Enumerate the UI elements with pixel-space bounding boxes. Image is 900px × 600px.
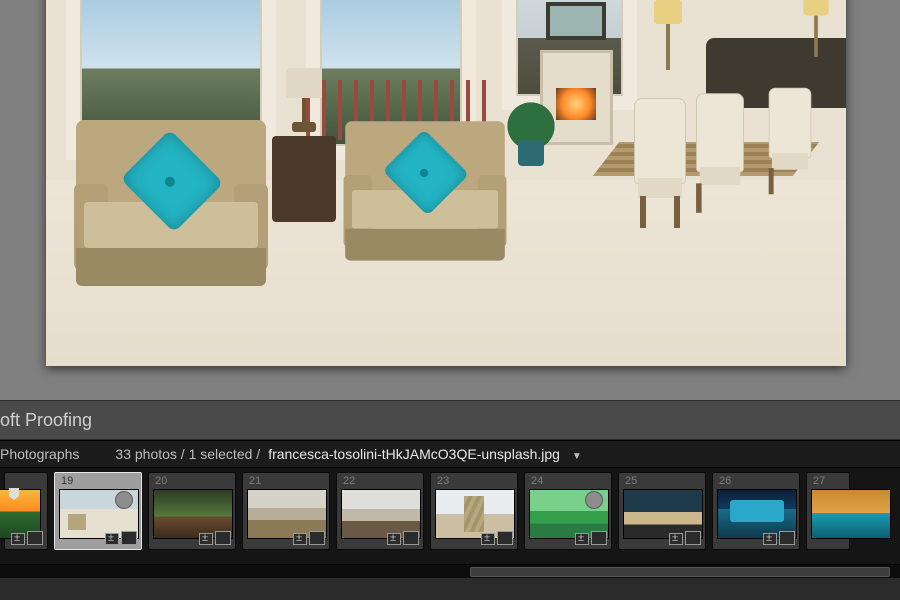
develop-adjust-icon [387, 533, 401, 545]
stack-icon [781, 533, 795, 545]
develop-adjust-icon [11, 533, 25, 545]
thumbnail[interactable]: 24 [524, 472, 612, 550]
thumbnail-index: 21 [249, 475, 261, 487]
scrollbar-handle[interactable] [470, 567, 890, 577]
main-photo-preview[interactable] [46, 0, 846, 366]
thumbnail-image [811, 489, 891, 539]
canvas-area[interactable] [0, 0, 900, 400]
stack-icon [123, 533, 137, 545]
develop-adjust-icon [669, 533, 683, 545]
thumbnail[interactable]: 25 [618, 472, 706, 550]
quick-collection-icon[interactable] [585, 491, 603, 509]
stack-icon [499, 533, 513, 545]
filmstrip-scrollbar[interactable] [0, 564, 900, 578]
stack-icon [593, 533, 607, 545]
thumbnail-index: 27 [813, 475, 825, 487]
filmstrip-filename-dropdown[interactable]: francesca-tosolini-tHkJAMcO3QE-unsplash.… [268, 446, 582, 462]
thumbnail-index: 22 [343, 475, 355, 487]
thumbnail-index: 25 [625, 475, 637, 487]
thumbnail[interactable] [4, 472, 48, 550]
thumbnail[interactable]: 19 [54, 472, 142, 550]
stack-icon [687, 533, 701, 545]
quick-collection-icon[interactable] [115, 491, 133, 509]
develop-adjust-icon [293, 533, 307, 545]
filmstrip-folder-name[interactable]: Photographs [0, 446, 79, 462]
toolbar-bottom: oft Proofing [0, 400, 900, 440]
thumbnail[interactable]: 20 [148, 472, 236, 550]
soft-proofing-label[interactable]: oft Proofing [0, 410, 92, 431]
thumbnail[interactable]: 21 [242, 472, 330, 550]
stack-icon [311, 533, 325, 545]
thumbnail[interactable]: 26 [712, 472, 800, 550]
thumbnail[interactable]: 22 [336, 472, 424, 550]
stack-icon [217, 533, 231, 545]
develop-adjust-icon [481, 533, 495, 545]
filmstrip: 19 20 21 22 23 [0, 468, 900, 578]
develop-adjust-icon [575, 533, 589, 545]
filmstrip-count: 33 photos / 1 selected / [115, 446, 260, 462]
stack-icon [405, 533, 419, 545]
thumbnail-index: 24 [531, 475, 543, 487]
thumbnail-index: 23 [437, 475, 449, 487]
develop-adjust-icon [199, 533, 213, 545]
thumbnail-index: 20 [155, 475, 167, 487]
filmstrip-filename: francesca-tosolini-tHkJAMcO3QE-unsplash.… [268, 446, 560, 462]
develop-adjust-icon [763, 533, 777, 545]
thumbnail[interactable]: 27 [806, 472, 850, 550]
thumbnail[interactable]: 23 [430, 472, 518, 550]
stack-icon [29, 533, 43, 545]
filmstrip-thumbs: 19 20 21 22 23 [0, 468, 900, 562]
filmstrip-header: Photographs 33 photos / 1 selected / fra… [0, 440, 900, 468]
thumbnail-index: 26 [719, 475, 731, 487]
thumbnail-index: 19 [61, 475, 73, 487]
develop-adjust-icon [105, 533, 119, 545]
chevron-down-icon: ▼ [572, 451, 582, 462]
